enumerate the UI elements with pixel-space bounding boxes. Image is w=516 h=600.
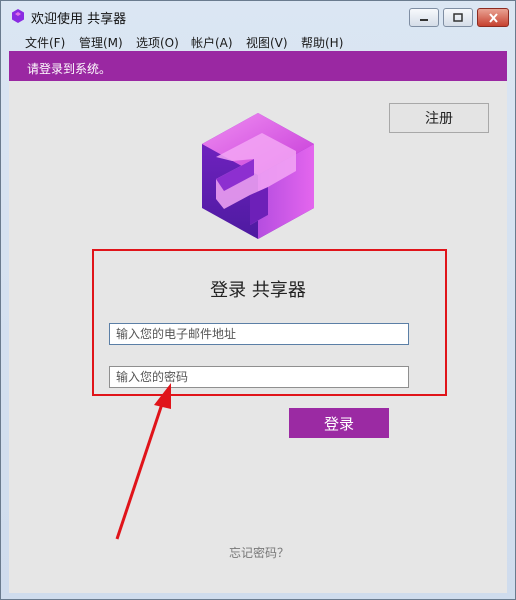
maximize-icon [453,13,463,22]
minimize-icon [420,18,428,21]
close-icon [488,12,498,23]
annotation-highlight-box [92,249,447,396]
window-title: 欢迎使用 共享器 [31,12,127,27]
menu-file[interactable]: 文件(F) [25,34,65,51]
menu-view[interactable]: 视图(V) [246,34,288,51]
menu-manage[interactable]: 管理(M) [79,34,123,51]
login-button[interactable]: 登录 [289,408,389,438]
minimize-button[interactable] [409,8,439,27]
app-icon [12,9,24,23]
menu-options[interactable]: 选项(O) [136,34,179,51]
title-bar[interactable]: 欢迎使用 共享器 [1,1,515,31]
menu-bar: 文件(F) 管理(M) 选项(O) 帐户(A) 视图(V) 帮助(H) [1,31,515,51]
register-button[interactable]: 注册 [389,103,489,133]
app-logo [202,113,314,239]
status-banner: 请登录到系统。 [9,51,507,81]
menu-account[interactable]: 帐户(A) [191,34,233,51]
menu-help[interactable]: 帮助(H) [301,34,343,51]
main-panel: 请登录到系统。 注册 登录 共享器 输入您的电子邮件地址 登录 忘记密码？ [9,51,507,593]
close-button[interactable] [477,8,509,27]
banner-text: 请登录到系统。 [27,62,112,76]
app-window: 欢迎使用 共享器 文件(F) 管理(M) 选项(O) 帐户(A) 视图(V) 帮… [0,0,516,600]
maximize-button[interactable] [443,8,473,27]
forgot-password-link[interactable]: 忘记密码？ [9,544,509,561]
